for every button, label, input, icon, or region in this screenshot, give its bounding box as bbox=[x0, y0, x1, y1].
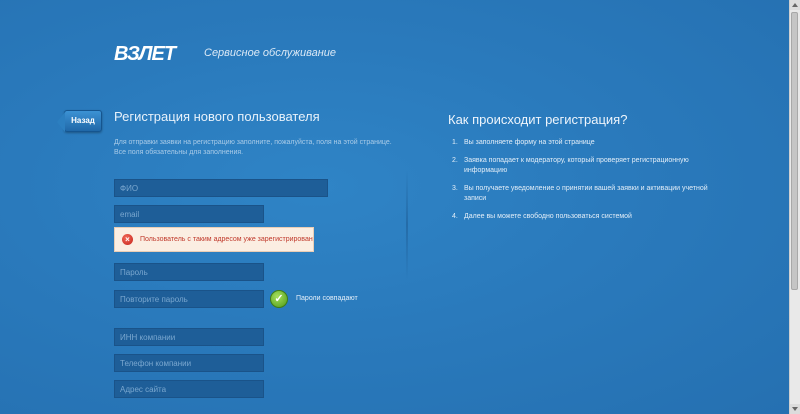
vertical-scrollbar[interactable] bbox=[789, 0, 800, 414]
phone-input[interactable] bbox=[114, 354, 264, 372]
password-input[interactable] bbox=[114, 263, 264, 281]
scroll-up-arrow-icon[interactable] bbox=[790, 0, 800, 10]
checkmark-icon: ✓ bbox=[270, 290, 288, 308]
service-title: Сервисное обслуживание bbox=[204, 47, 336, 59]
email-input[interactable] bbox=[114, 205, 264, 223]
column-divider bbox=[406, 170, 408, 280]
svg-text:ВЗЛЕТ: ВЗЛЕТ bbox=[114, 43, 178, 64]
list-item: 1. Вы заполняете форму на этой странице bbox=[452, 139, 595, 146]
scrollbar-thumb[interactable] bbox=[791, 12, 798, 290]
website-input[interactable] bbox=[114, 380, 264, 398]
scroll-down-arrow-icon[interactable] bbox=[790, 404, 800, 414]
form-title: Регистрация нового пользователя bbox=[114, 109, 320, 124]
email-error-message: × Пользователь с таким адресом уже зарег… bbox=[114, 227, 314, 252]
back-button[interactable]: Назад bbox=[57, 110, 102, 132]
password-match-text: Пароли совпадают bbox=[296, 295, 358, 302]
howto-title: Как происходит регистрация? bbox=[448, 112, 628, 127]
list-item: 2. Заявка попадает к модератору, который … bbox=[452, 157, 689, 174]
fio-input[interactable] bbox=[114, 179, 328, 197]
steps-list: 1. Вы заполняете форму на этой странице 2… bbox=[452, 138, 712, 230]
vzlet-logo: ВЗЛЕТ bbox=[114, 43, 179, 64]
list-item: 4. Далее вы можете свободно пользоваться … bbox=[452, 213, 632, 220]
list-item: 3. Вы получаете уведомление о принятии ва… bbox=[452, 185, 708, 202]
error-icon: × bbox=[122, 234, 133, 245]
email-error-text: Пользователь с таким адресом уже зарегис… bbox=[140, 236, 313, 243]
form-description: Для отправки заявки на регистрацию запол… bbox=[114, 139, 392, 156]
password-repeat-input[interactable] bbox=[114, 290, 264, 308]
inn-input[interactable] bbox=[114, 328, 264, 346]
